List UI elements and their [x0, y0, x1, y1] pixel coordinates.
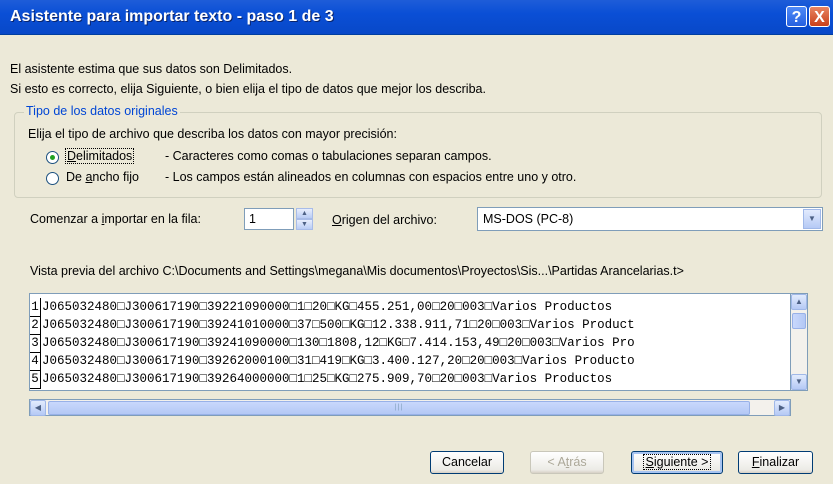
preview-row: 2 J065032480□J300617190□39241010000□37□50…	[30, 316, 635, 335]
group-legend: Tipo de los datos originales	[24, 104, 180, 118]
dropdown-arrow-icon[interactable]: ▼	[803, 209, 821, 229]
row-text: J065032480□J300617190□39264000000□1□25□K…	[42, 372, 613, 386]
delimited-radio-label[interactable]: Delimitados	[65, 148, 135, 164]
vertical-scroll-thumb[interactable]	[792, 313, 806, 329]
finish-button[interactable]: Finalizar	[738, 451, 813, 474]
next-button[interactable]: Siguiente >	[631, 451, 723, 474]
start-row-label: Comenzar a importar en la fila:	[30, 212, 201, 226]
file-origin-select[interactable]: MS-DOS (PC-8) ▼	[477, 207, 823, 231]
title-bar: Asistente para importar texto - paso 1 d…	[0, 0, 833, 35]
preview-horizontal-scrollbar[interactable]: ◀ ||| ▶	[29, 399, 791, 416]
intro-line-2: Si esto es correcto, elija Siguiente, o …	[10, 82, 486, 96]
row-number: 2	[30, 316, 41, 335]
fixed-width-radio-label[interactable]: De ancho fijo	[66, 170, 139, 184]
fixed-width-description: - Los campos están alineados en columnas…	[165, 170, 577, 184]
preview-row: 1 J065032480□J300617190□39221090000□1□20□…	[30, 298, 613, 317]
preview-row: 4 J065032480□J300617190□39262000100□31□41…	[30, 352, 635, 371]
row-number: 1	[30, 298, 41, 317]
row-text: J065032480□J300617190□39221090000□1□20□K…	[42, 300, 613, 314]
row-number: 5	[30, 370, 41, 389]
cancel-button[interactable]: Cancelar	[430, 451, 504, 474]
delimited-description: - Caracteres como comas o tabulaciones s…	[165, 149, 492, 163]
intro-line-1: El asistente estima que sus datos son De…	[10, 62, 293, 76]
scroll-left-icon[interactable]: ◀	[30, 400, 46, 416]
fixed-width-radio[interactable]	[46, 172, 59, 185]
delimited-radio[interactable]	[46, 151, 59, 164]
file-origin-label: Origen del archivo:	[332, 213, 437, 227]
preview-row: 5 J065032480□J300617190□39264000000□1□25□…	[30, 370, 613, 389]
spin-down-button[interactable]: ▼	[296, 219, 313, 230]
scroll-right-icon[interactable]: ▶	[774, 400, 790, 416]
back-button[interactable]: < Atrás	[530, 451, 604, 474]
file-origin-value: MS-DOS (PC-8)	[483, 212, 574, 226]
row-number: 3	[30, 334, 41, 353]
preview-label: Vista previa del archivo C:\Documents an…	[30, 264, 684, 278]
window-title: Asistente para importar texto - paso 1 d…	[10, 8, 334, 25]
start-row-input[interactable]: 1	[244, 208, 294, 230]
spin-up-button[interactable]: ▲	[296, 208, 313, 219]
help-button[interactable]: ?	[786, 6, 807, 27]
row-number: 4	[30, 352, 41, 371]
scroll-up-icon[interactable]: ▲	[791, 294, 807, 310]
row-text: J065032480□J300617190□39241010000□37□500…	[42, 318, 635, 332]
row-text: J065032480□J300617190□39262000100□31□419…	[42, 354, 635, 368]
file-preview[interactable]: 1 J065032480□J300617190□39221090000□1□20□…	[29, 293, 791, 391]
horizontal-scroll-thumb[interactable]: |||	[48, 401, 750, 415]
scroll-down-icon[interactable]: ▼	[791, 374, 807, 390]
start-row-spinner: ▲ ▼	[296, 208, 313, 230]
group-prompt: Elija el tipo de archivo que describa lo…	[28, 127, 397, 141]
preview-vertical-scrollbar[interactable]: ▲ ▼	[791, 293, 808, 391]
close-button[interactable]: X	[809, 6, 830, 27]
preview-row: 3 J065032480□J300617190□39241090000□130□1…	[30, 334, 635, 353]
row-text: J065032480□J300617190□39241090000□130□18…	[42, 336, 635, 350]
